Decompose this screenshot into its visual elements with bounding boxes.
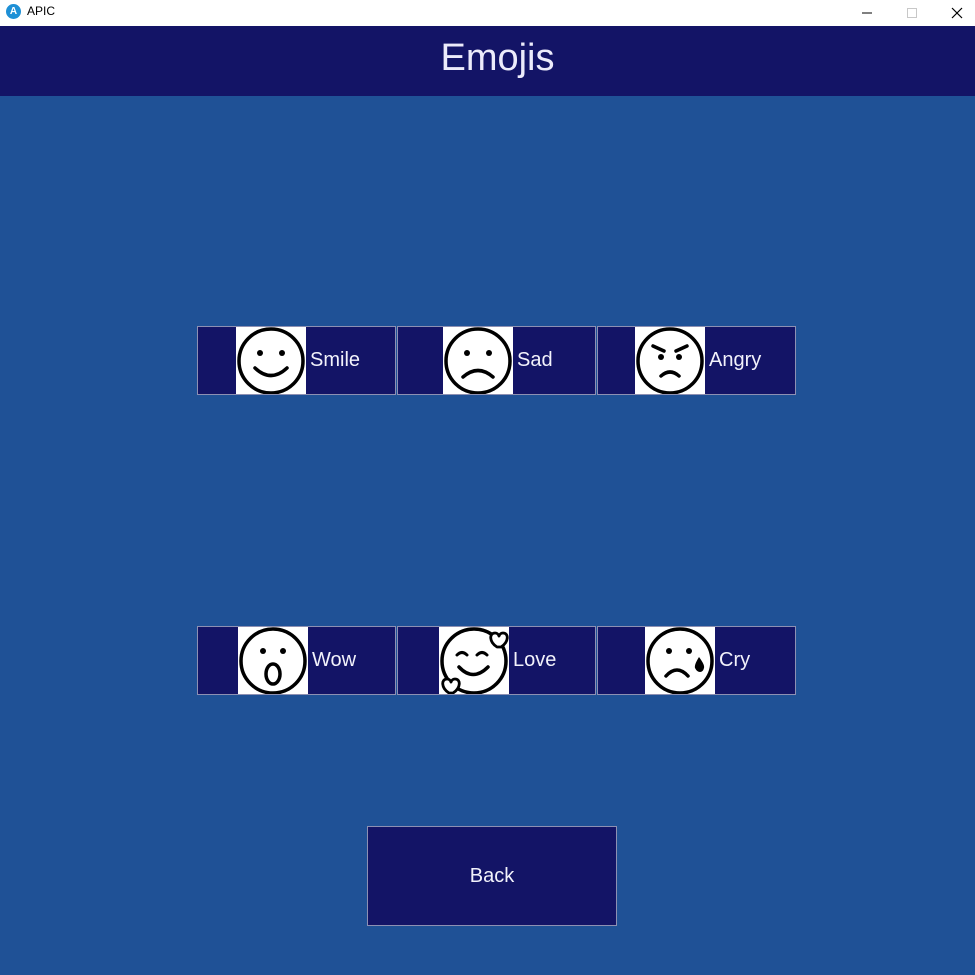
minimize-button[interactable] <box>844 0 890 26</box>
page-header: Emojis <box>0 26 975 96</box>
smile-icon <box>236 327 306 394</box>
love-button[interactable]: Love <box>397 626 596 695</box>
maximize-icon <box>907 8 917 18</box>
close-button[interactable] <box>934 0 975 26</box>
smile-label: Smile <box>310 349 361 371</box>
angry-button[interactable]: Angry <box>597 326 796 395</box>
wow-icon <box>238 627 308 694</box>
wow-button[interactable]: Wow <box>197 626 396 695</box>
angry-label: Angry <box>709 349 762 371</box>
sad-label: Sad <box>517 349 553 371</box>
sad-icon <box>443 327 513 394</box>
window-titlebar: A APIC <box>0 0 975 26</box>
angry-icon <box>635 327 705 394</box>
sad-button[interactable]: Sad <box>397 326 596 395</box>
window-title: APIC <box>27 4 56 18</box>
apic-app-icon: A <box>6 4 21 19</box>
cry-icon <box>645 627 715 694</box>
page-title: Emojis <box>440 37 555 79</box>
close-icon <box>951 7 963 19</box>
back-button[interactable]: Back <box>367 826 617 926</box>
smile-button[interactable]: Smile <box>197 326 396 395</box>
wow-label: Wow <box>312 649 357 671</box>
maximize-button[interactable] <box>889 0 935 26</box>
cry-label: Cry <box>719 649 751 671</box>
love-label: Love <box>513 649 557 671</box>
minimize-icon <box>862 12 872 14</box>
love-icon <box>439 627 509 694</box>
cry-button[interactable]: Cry <box>597 626 796 695</box>
